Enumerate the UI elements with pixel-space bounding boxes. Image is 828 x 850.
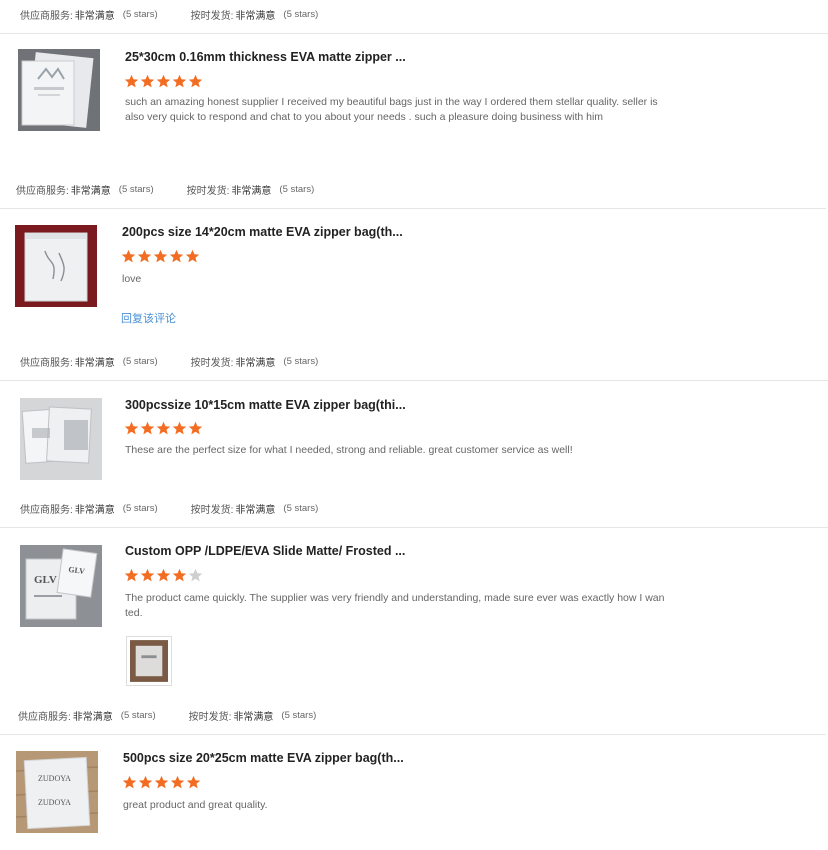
shipping-value: 非常满意 (231, 186, 272, 197)
star-filled-icon (185, 249, 200, 263)
shipping-value: 非常满意 (235, 505, 276, 516)
star-filled-icon (188, 421, 203, 435)
review-block-4: 供应商服务: 非常满意 (5 stars) 按时发货: 非常满意 (5 star… (0, 700, 826, 850)
star-filled-icon (140, 74, 155, 88)
star-filled-icon (140, 421, 155, 435)
star-filled-icon (188, 74, 203, 88)
review-block-1: 供应商服务: 非常满意 (5 stars) 按时发货: 非常满意 (5 star… (0, 0, 828, 176)
star-rating (124, 421, 203, 436)
star-filled-icon (124, 568, 139, 582)
supplier-service-value: 非常满意 (74, 11, 115, 22)
star-filled-icon (138, 775, 153, 789)
star-filled-icon (156, 421, 171, 435)
zudoya-logo-text: ZUDOYA (38, 774, 71, 783)
supplier-service-label: 供应商服务: (16, 186, 69, 197)
supplier-service-value: 非常满意 (72, 712, 113, 723)
review-comment: These are the perfect size for what I ne… (125, 444, 573, 456)
shipping-label: 按时发货: (188, 712, 232, 723)
supplier-service-stars: (5 stars) (122, 9, 158, 20)
star-rating (122, 775, 201, 790)
star-filled-icon (121, 249, 136, 263)
divider (0, 208, 826, 209)
shipping-value: 非常满意 (233, 712, 274, 723)
supplier-service-label: 供应商服务: (20, 11, 73, 22)
review-comment: The product came quickly. The supplier w… (125, 592, 665, 619)
shipping-value: 非常满意 (235, 11, 276, 22)
supplier-service-value: 非常满意 (70, 186, 111, 197)
rating-summary: 供应商服务: 非常满意 (5 stars) 按时发货: 非常满意 (5 star… (20, 354, 828, 369)
shipping-value: 非常满意 (235, 358, 276, 369)
divider (0, 33, 828, 34)
supplier-service-label: 供应商服务: (20, 358, 73, 369)
star-filled-icon (124, 421, 139, 435)
shipping-stars: (5 stars) (281, 710, 317, 721)
supplier-service-value: 非常满意 (74, 505, 115, 516)
review-block-3: 供应商服务: 非常满意 (5 stars) 按时发货: 非常满意 (5 star… (0, 343, 828, 699)
star-filled-icon (170, 775, 185, 789)
review-block-2: 供应商服务: 非常满意 (5 stars) 按时发货: 非常满意 (5 star… (0, 176, 826, 342)
review-comment: such an amazing honest supplier I receiv… (125, 96, 658, 123)
shipping-label: 按时发货: (186, 186, 230, 197)
rating-summary: 供应商服务: 非常满意 (5 stars) 按时发货: 非常满意 (5 star… (20, 501, 828, 516)
shipping-stars: (5 stars) (283, 503, 319, 514)
product-thumbnail[interactable] (15, 225, 97, 307)
product-thumbnail[interactable]: ZUDOYA ZUDOYA (16, 751, 98, 833)
shipping-label: 按时发货: (190, 11, 234, 22)
supplier-service-label: 供应商服务: (20, 505, 73, 516)
supplier-service-label: 供应商服务: (18, 712, 71, 723)
supplier-service-stars: (5 stars) (118, 184, 154, 195)
star-filled-icon (172, 74, 187, 88)
star-filled-icon (172, 421, 187, 435)
product-title[interactable]: 300pcssize 10*15cm matte EVA zipper bag(… (125, 398, 406, 412)
supplier-service-stars: (5 stars) (122, 356, 158, 367)
rating-summary: 供应商服务: 非常满意 (5 stars) 按时发货: 非常满意 (5 star… (18, 708, 826, 723)
star-filled-icon (140, 568, 155, 582)
reply-link[interactable]: 回复该评论 (121, 310, 176, 326)
star-filled-icon (186, 775, 201, 789)
product-title[interactable]: 25*30cm 0.16mm thickness EVA matte zippe… (125, 50, 406, 64)
star-rating (121, 249, 200, 264)
shipping-stars: (5 stars) (283, 356, 319, 367)
star-filled-icon (122, 775, 137, 789)
divider (0, 734, 826, 735)
star-filled-icon (169, 249, 184, 263)
zudoya-logo-text: ZUDOYA (38, 798, 71, 807)
product-thumbnail[interactable] (20, 398, 102, 480)
shipping-stars: (5 stars) (279, 184, 315, 195)
divider (0, 380, 828, 381)
glv-logo-text: GLV (34, 574, 57, 586)
rating-summary: 供应商服务: 非常满意 (5 stars) 按时发货: 非常满意 (5 star… (16, 182, 826, 197)
star-filled-icon (156, 568, 171, 582)
review-attachment-image[interactable] (126, 636, 172, 686)
supplier-service-stars: (5 stars) (122, 503, 158, 514)
shipping-label: 按时发货: (190, 358, 234, 369)
star-filled-icon (172, 568, 187, 582)
star-filled-icon (154, 775, 169, 789)
supplier-service-stars: (5 stars) (120, 710, 156, 721)
product-title[interactable]: 500pcs size 20*25cm matte EVA zipper bag… (123, 751, 404, 765)
product-title[interactable]: Custom OPP /LDPE/EVA Slide Matte/ Froste… (125, 544, 405, 558)
product-title[interactable]: 200pcs size 14*20cm matte EVA zipper bag… (122, 225, 403, 239)
star-filled-icon (156, 74, 171, 88)
review-comment: great product and great quality. (123, 799, 268, 811)
star-filled-icon (124, 74, 139, 88)
star-filled-icon (137, 249, 152, 263)
star-empty-icon (188, 568, 203, 582)
shipping-label: 按时发货: (190, 505, 234, 516)
star-rating (124, 74, 203, 89)
review-comment: love (122, 273, 142, 285)
rating-summary: 供应商服务: 非常满意 (5 stars) 按时发货: 非常满意 (5 star… (20, 7, 828, 22)
shipping-stars: (5 stars) (283, 9, 319, 20)
product-thumbnail[interactable] (18, 49, 100, 131)
star-rating (124, 568, 203, 583)
star-filled-icon (153, 249, 168, 263)
product-thumbnail[interactable]: GLV GLV (20, 545, 102, 627)
supplier-service-value: 非常满意 (74, 358, 115, 369)
divider (0, 527, 828, 528)
